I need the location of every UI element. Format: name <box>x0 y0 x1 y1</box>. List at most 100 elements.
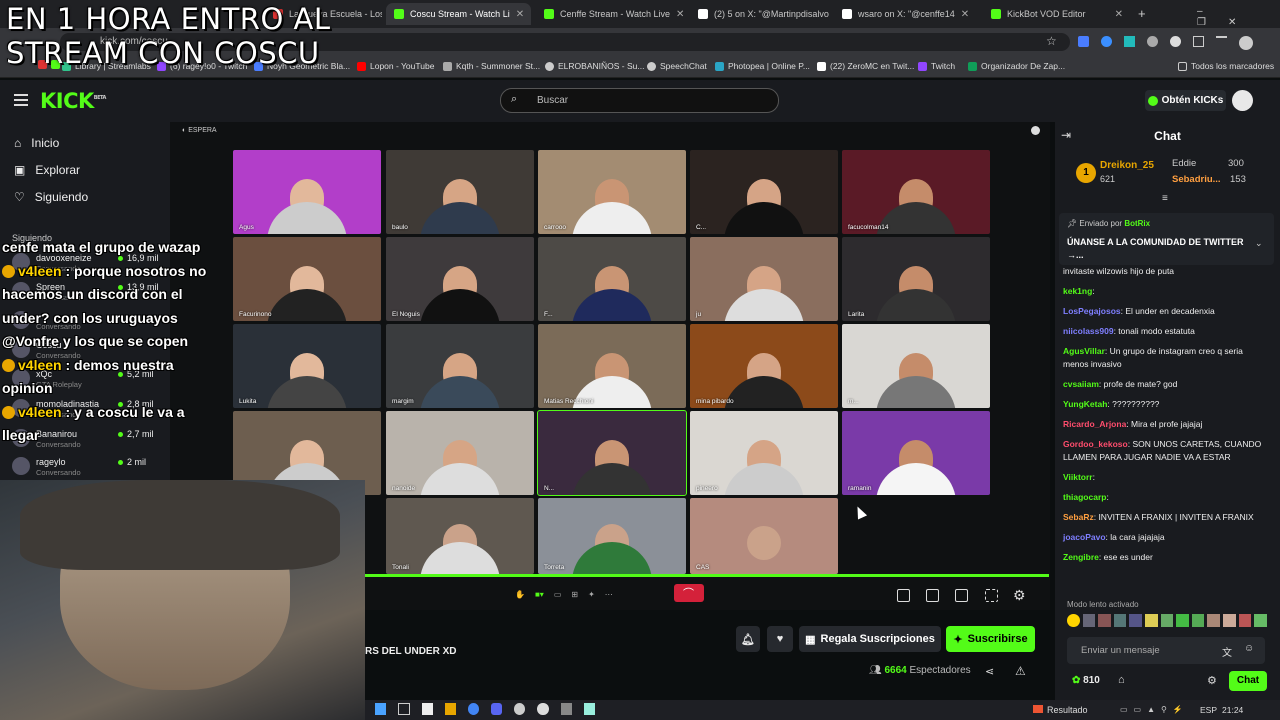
chat-message[interactable]: Ricardo_Arjona: Mira el profe jajajaj <box>1063 418 1268 431</box>
chat-message[interactable]: cvsaiiam: profe de mate? god <box>1063 378 1268 391</box>
participant-tile[interactable]: F... <box>538 237 686 321</box>
report-icon[interactable]: ⚠ <box>1015 664 1026 678</box>
keyboard-lang[interactable]: ESP <box>1200 705 1217 715</box>
browser-tab-active[interactable]: Coscu Stream - Watch Li ✕ <box>386 3 531 25</box>
store-icon[interactable]: ⌂ <box>1118 674 1125 686</box>
search-input[interactable]: ⌕ Buscar <box>500 88 779 113</box>
chat-username[interactable]: thiagocarp <box>1063 492 1106 502</box>
chat-message[interactable]: AgusVillar: Un grupo de instagram creo q… <box>1063 345 1268 371</box>
chat-username[interactable]: AgusVillar <box>1063 346 1105 356</box>
close-tab-icon[interactable]: ✕ <box>961 9 969 20</box>
chat-username[interactable]: kek1ng <box>1063 286 1092 296</box>
participant-tile[interactable]: margim <box>386 324 534 408</box>
nav-home[interactable]: ⌂ Inicio <box>14 136 59 150</box>
progress-bar[interactable] <box>365 574 1049 577</box>
participant-tile[interactable]: CAS <box>690 498 838 574</box>
participant-tile[interactable]: Torreta <box>538 498 686 574</box>
browser-tab[interactable]: wsaro on X: "@cenffe14 ✕ <box>834 3 976 25</box>
translate-icon[interactable]: 文 <box>1222 644 1232 659</box>
clock[interactable]: 21:24 <box>1222 705 1243 715</box>
expand-icon[interactable]: ≡ <box>1162 193 1168 204</box>
bookmark[interactable]: (22) ZeroMC en Twit... <box>817 61 914 71</box>
taskbar-result[interactable]: Resultado <box>1033 705 1088 715</box>
nav-explore[interactable]: ▣ Explorar <box>14 163 80 177</box>
theater-icon[interactable] <box>926 589 939 602</box>
fullscreen-icon[interactable] <box>985 589 998 602</box>
bookmark[interactable]: Lopon - YouTube <box>357 61 434 71</box>
gift-subs-button[interactable]: ▦ Regala Suscripciones <box>799 626 941 652</box>
get-kicks-button[interactable]: Obtén KICKs <box>1145 90 1226 111</box>
extension-icons[interactable] <box>1078 36 1258 50</box>
chat-input[interactable]: Enviar un mensaje <box>1067 637 1265 664</box>
effects-icon[interactable]: ✦ <box>588 590 595 599</box>
participant-tile[interactable]: mina pibardo <box>690 324 838 408</box>
kick-logo[interactable]: KICKBETA <box>40 89 106 113</box>
participant-tile[interactable]: Matias Recchioni <box>538 324 686 408</box>
window-controls[interactable]: –❐✕ <box>1197 6 1280 28</box>
bookmark[interactable]: Kqth - Summoner St... <box>443 61 540 71</box>
leader-name[interactable]: Dreikon_25 <box>1100 160 1154 171</box>
chat-message[interactable]: YungKetah: ?????????? <box>1063 398 1268 411</box>
participant-tile[interactable]: El Noguis <box>386 237 534 321</box>
close-tab-icon[interactable]: ✕ <box>516 9 524 20</box>
nav-following[interactable]: ♡ Siguiendo <box>14 190 88 204</box>
chat-username[interactable]: Gordoo_kekoso <box>1063 439 1128 449</box>
camera-icon[interactable]: ■▾ <box>535 590 544 599</box>
user-avatar[interactable] <box>1232 90 1253 111</box>
chat-username[interactable]: cvsaiiam <box>1063 379 1099 389</box>
chat-message[interactable]: niicolass909: tonali modo estatuta <box>1063 325 1268 338</box>
participant-tile[interactable]: m... <box>842 324 990 408</box>
more-icon[interactable]: ⋯ <box>605 590 613 599</box>
chat-username[interactable]: joacoPavo <box>1063 532 1106 542</box>
end-call-button[interactable]: ⌒ <box>674 584 704 602</box>
star-icon[interactable]: ☆ <box>1046 34 1057 48</box>
tray-icons[interactable]: ▭▭▲⚲⚡ <box>1120 705 1189 714</box>
participant-tile[interactable]: Facurinono <box>233 237 381 321</box>
menu-icon[interactable] <box>14 94 28 106</box>
taskbar-apps[interactable] <box>375 703 596 717</box>
chat-message[interactable]: LosPegajosos: El under en decadenxia <box>1063 305 1268 318</box>
chat-username[interactable]: LosPegajosos <box>1063 306 1121 316</box>
bookmark[interactable]: ELROBANIÑOS - Su... <box>545 61 644 71</box>
subscribe-button[interactable]: ✦ Suscribirse <box>946 626 1035 652</box>
channel-points[interactable]: ✿ 810 <box>1072 675 1100 686</box>
chat-username[interactable]: Ricardo_Arjona <box>1063 419 1126 429</box>
notifications-button[interactable]: 🔔︎ <box>736 626 760 652</box>
chat-message[interactable]: kek1ng: <box>1063 285 1268 298</box>
new-tab-icon[interactable]: + <box>1138 6 1146 21</box>
chat-settings-icon[interactable]: ⚙ <box>1207 674 1217 687</box>
participant-tile[interactable]: nanoide <box>386 411 534 495</box>
browser-tab[interactable]: Cenffe Stream - Watch Live ✕ <box>536 3 686 25</box>
close-tab-icon[interactable]: ✕ <box>1115 9 1123 20</box>
participant-tile[interactable]: C... <box>690 150 838 234</box>
bookmark[interactable]: Twitch <box>918 61 955 71</box>
chat-message[interactable]: Viiktorr: <box>1063 471 1268 484</box>
chat-message[interactable]: Gordoo_kekoso: SON UNOS CARETAS, CUANDO … <box>1063 438 1268 464</box>
chevron-down-icon[interactable]: ⌄ <box>1255 238 1263 249</box>
participant-tile[interactable]: Larita <box>842 237 990 321</box>
emoji-icon[interactable]: ☺ <box>1244 643 1254 654</box>
leader-name[interactable]: Eddie <box>1172 158 1196 169</box>
chat-message[interactable]: Zengibre: ese es under <box>1063 551 1268 564</box>
settings-icon[interactable]: ⚙ <box>1013 587 1026 604</box>
share-icon[interactable]: ▭ <box>554 590 562 599</box>
chat-message[interactable]: SebaRz: INVITEN A FRANIX | INVITEN A FRA… <box>1063 511 1268 524</box>
follow-button[interactable]: ♥ <box>767 626 793 652</box>
sidebar-channel[interactable]: rageylo 2 mil Conversando <box>8 456 163 482</box>
participant-tile[interactable]: carrooo <box>538 150 686 234</box>
leader-name[interactable]: Sebadriu... <box>1172 174 1221 185</box>
chat-message[interactable]: thiagocarp: <box>1063 491 1268 504</box>
bookmark-folder[interactable]: Todos los marcadores <box>1178 61 1274 71</box>
participant-tile[interactable]: Agus <box>233 150 381 234</box>
bookmark[interactable]: Photopea | Online P... <box>715 61 810 71</box>
participant-tile[interactable]: Tonali <box>386 498 534 574</box>
bookmark[interactable]: Organizador De Zap... <box>968 61 1065 71</box>
participant-tile[interactable]: baulo <box>386 150 534 234</box>
chat-message[interactable]: joacoPavo: la cara jajajaja <box>1063 531 1268 544</box>
wide-icon[interactable] <box>955 589 968 602</box>
send-chat-button[interactable]: Chat <box>1229 671 1267 691</box>
participant-tile[interactable]: N... <box>537 410 687 496</box>
chat-username[interactable]: Viiktorr <box>1063 472 1093 482</box>
chat-username[interactable]: YungKetah <box>1063 399 1107 409</box>
participant-tile[interactable]: Lukita <box>233 324 381 408</box>
